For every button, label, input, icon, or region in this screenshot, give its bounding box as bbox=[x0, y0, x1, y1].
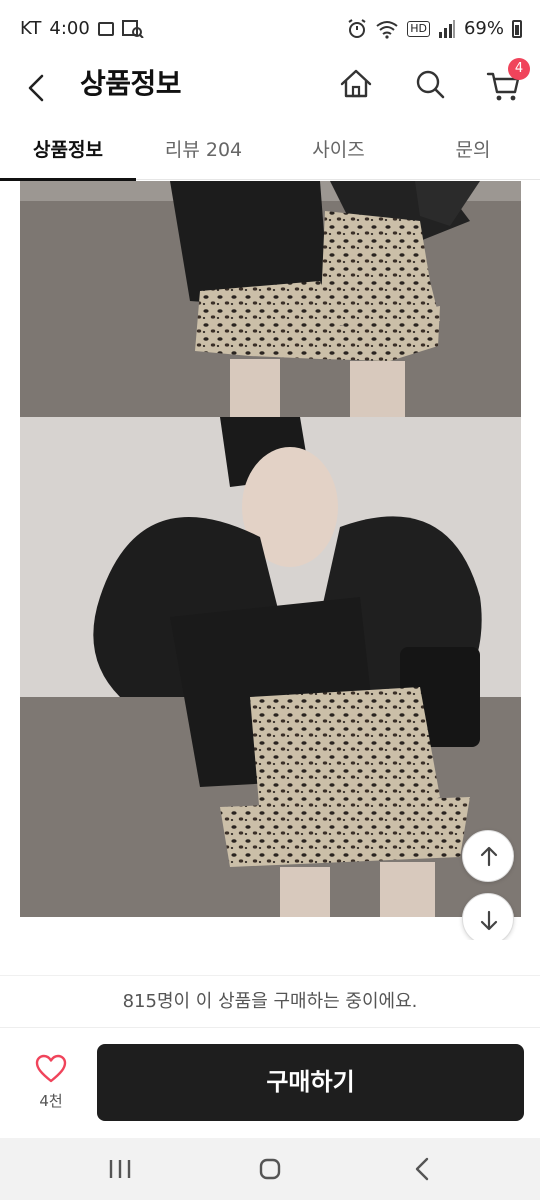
signal-icon bbox=[438, 19, 455, 38]
back-button[interactable] bbox=[20, 68, 60, 108]
cart-button[interactable]: 4 bbox=[482, 58, 530, 106]
product-image bbox=[20, 417, 521, 917]
purchase-bar: 4천 구매하기 bbox=[0, 1028, 540, 1138]
scroll-up-button[interactable] bbox=[462, 830, 514, 882]
clock: 4:00 bbox=[49, 18, 90, 39]
home-button[interactable] bbox=[334, 62, 378, 106]
battery-percent: 69% bbox=[463, 18, 504, 39]
like-button[interactable]: 4천 bbox=[20, 1054, 82, 1118]
screenshot-notification-icon bbox=[121, 19, 144, 38]
hd-voice-badge: HD bbox=[407, 20, 430, 37]
product-photo-jacket-skirt bbox=[20, 181, 521, 417]
like-count: 4천 bbox=[39, 1092, 63, 1110]
status-bar: KT 4:00 HD 69% bbox=[0, 0, 540, 60]
recent-apps-icon bbox=[109, 1160, 131, 1178]
home-nav-icon bbox=[259, 1158, 281, 1180]
home-nav-button[interactable] bbox=[240, 1149, 300, 1189]
product-photo-jacket-skirt bbox=[20, 417, 521, 917]
status-right: HD 69% bbox=[347, 18, 522, 39]
tab-inquiry[interactable]: 문의 bbox=[406, 124, 540, 180]
battery-icon bbox=[512, 19, 522, 38]
system-navigation-bar bbox=[0, 1138, 540, 1200]
wifi-icon bbox=[376, 20, 398, 39]
search-icon bbox=[416, 70, 445, 99]
purchase-activity-notice: 815명이 이 상품을 구매하는 중이에요. bbox=[0, 976, 540, 1028]
tab-size[interactable]: 사이즈 bbox=[271, 124, 406, 180]
back-nav-icon bbox=[415, 1157, 429, 1181]
product-image bbox=[20, 181, 521, 417]
alarm-icon bbox=[348, 18, 366, 38]
home-icon bbox=[340, 69, 372, 98]
chevron-left-icon bbox=[28, 74, 44, 102]
scroll-down-button[interactable] bbox=[462, 893, 514, 945]
arrow-up-icon bbox=[480, 846, 498, 867]
buy-button[interactable]: 구매하기 bbox=[97, 1044, 524, 1121]
carrier-label: KT bbox=[20, 18, 42, 39]
tab-bar: 상품정보 리뷰 204 사이즈 문의 bbox=[0, 124, 540, 180]
arrow-down-icon bbox=[480, 910, 498, 931]
app-header: 상품정보 4 bbox=[0, 58, 540, 124]
heart-icon bbox=[35, 1054, 67, 1083]
page-title: 상품정보 bbox=[80, 67, 182, 100]
search-button[interactable] bbox=[408, 62, 452, 106]
recent-apps-button[interactable] bbox=[90, 1149, 150, 1189]
back-nav-button[interactable] bbox=[392, 1149, 452, 1189]
content-divider bbox=[0, 940, 540, 976]
cart-count-badge: 4 bbox=[508, 58, 530, 80]
status-left: KT 4:00 bbox=[20, 18, 144, 39]
gallery-notification-icon bbox=[97, 21, 114, 36]
tab-reviews[interactable]: 리뷰 204 bbox=[136, 124, 271, 180]
tab-product-info[interactable]: 상품정보 bbox=[0, 124, 136, 180]
